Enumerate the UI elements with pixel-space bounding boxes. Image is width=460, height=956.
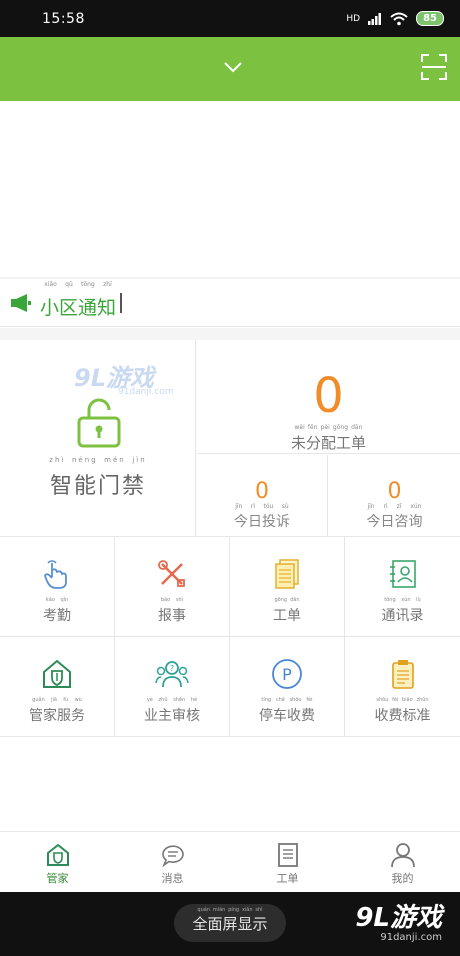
grid-item-attendance[interactable]: kǎo qín 考勤 <box>0 537 115 637</box>
signal-icon <box>368 12 382 25</box>
house-shield-icon <box>46 843 69 866</box>
tab-profile[interactable]: 我的 <box>345 832 460 892</box>
users-question-icon: ? <box>155 661 189 688</box>
status-bar: 15:58 HD 85 <box>0 0 460 37</box>
chevron-down-icon[interactable] <box>222 59 244 75</box>
smart-gate-label: zhì néng mén jìn 智能门禁 <box>0 456 196 500</box>
tab-messages[interactable]: 消息 <box>115 832 230 892</box>
notice-title: xiǎo qū tōng zhī 小区通知 <box>40 281 117 319</box>
grid-item-contacts[interactable]: tōng xùn lù 通讯录 <box>345 537 460 637</box>
complaints-today-stat[interactable]: 0 jīn rì tóu sù 今日投诉 <box>197 455 328 536</box>
tab-label: 消息 <box>161 872 184 885</box>
complaints-count: 0 <box>255 479 269 504</box>
tools-icon <box>158 560 185 587</box>
grid-item-parking-fee[interactable]: P tíng chē shōu fèi 停车收费 <box>230 637 345 737</box>
chat-bubble-icon <box>161 845 184 868</box>
unlock-icon <box>77 398 121 448</box>
consult-count: 0 <box>387 479 402 504</box>
bottom-tab-bar: 管家 消息 工单 我的 <box>0 831 460 892</box>
tap-hand-icon <box>44 560 67 589</box>
grid-item-owner-review[interactable]: ? yè zhǔ shěn hé 业主审核 <box>115 637 230 737</box>
grid-item-butler-service[interactable]: guǎn jiā fú wù 管家服务 <box>0 637 115 737</box>
smart-gate-button[interactable]: 9L游戏 91danji.com zhì néng mén jìn 智能门禁 <box>0 340 196 536</box>
app-screen: 15:58 HD 85 xiǎo qū tōng zhī 小区通知 9L游戏 9… <box>0 0 460 956</box>
unassigned-orders-stat[interactable]: 0 wèi fēn pèi gōng dān 未分配工单 <box>197 340 460 454</box>
top-header <box>0 37 460 101</box>
wifi-icon <box>390 12 408 25</box>
document-stack-icon <box>275 559 299 589</box>
consultations-today-stat[interactable]: 0 jīn rì zī xún 今日咨询 <box>329 455 460 536</box>
tab-work-orders[interactable]: 工单 <box>230 832 345 892</box>
user-icon <box>390 843 415 868</box>
status-time: 15:58 <box>42 10 85 27</box>
tab-label: 工单 <box>276 872 299 885</box>
system-icons: HD 85 <box>346 11 444 26</box>
banner-area <box>0 101 460 277</box>
contacts-icon <box>389 560 416 588</box>
megaphone-icon <box>11 293 31 312</box>
watermark-logo: 9L游戏 91danji.com <box>74 364 174 397</box>
function-grid: kǎo qín 考勤 bào shì 报事 gōng dān 工单 tōng x… <box>0 537 460 737</box>
text-cursor <box>120 292 123 313</box>
tab-label: 我的 <box>391 872 414 885</box>
network-label: HD <box>346 13 361 24</box>
grid-item-fee-standard[interactable]: shōu fèi biāo zhǔn 收费标准 <box>345 637 460 737</box>
community-notice-bar[interactable]: xiǎo qū tōng zhī 小区通知 <box>0 279 460 327</box>
complaints-label: jīn rì tóu sù 今日投诉 <box>234 503 290 530</box>
clipboard-icon <box>391 660 414 689</box>
brand-watermark: 9L游戏 91danji.com <box>355 903 442 943</box>
tab-butler[interactable]: 管家 <box>0 832 115 892</box>
scan-icon[interactable] <box>420 53 448 81</box>
battery-indicator: 85 <box>416 11 444 26</box>
parking-icon: P <box>272 659 302 689</box>
house-shield-icon <box>43 659 71 688</box>
tab-label: 管家 <box>46 872 69 885</box>
gate-pinyin: zhì néng mén jìn <box>49 456 147 464</box>
unassigned-count: 0 <box>313 368 344 424</box>
grid-item-work-order[interactable]: gōng dān 工单 <box>230 537 345 637</box>
notice-pinyin: xiǎo qū tōng zhī <box>44 281 112 288</box>
document-icon <box>277 843 298 867</box>
fullscreen-display-button[interactable]: quán miàn píng xiǎn shì 全面屏显示 <box>174 904 286 942</box>
stats-panel: 9L游戏 91danji.com zhì néng mén jìn 智能门禁 0… <box>0 340 460 536</box>
consult-label: jīn rì zī xún 今日咨询 <box>366 503 423 530</box>
svg-text:?: ? <box>170 664 174 673</box>
unassigned-label: wèi fēn pèi gōng dān 未分配工单 <box>290 424 366 452</box>
grid-item-report[interactable]: bào shì 报事 <box>115 537 230 637</box>
divider <box>0 328 460 340</box>
system-nav-bar: quán miàn píng xiǎn shì 全面屏显示 9L游戏 91dan… <box>0 892 460 956</box>
svg-text:P: P <box>282 665 292 684</box>
